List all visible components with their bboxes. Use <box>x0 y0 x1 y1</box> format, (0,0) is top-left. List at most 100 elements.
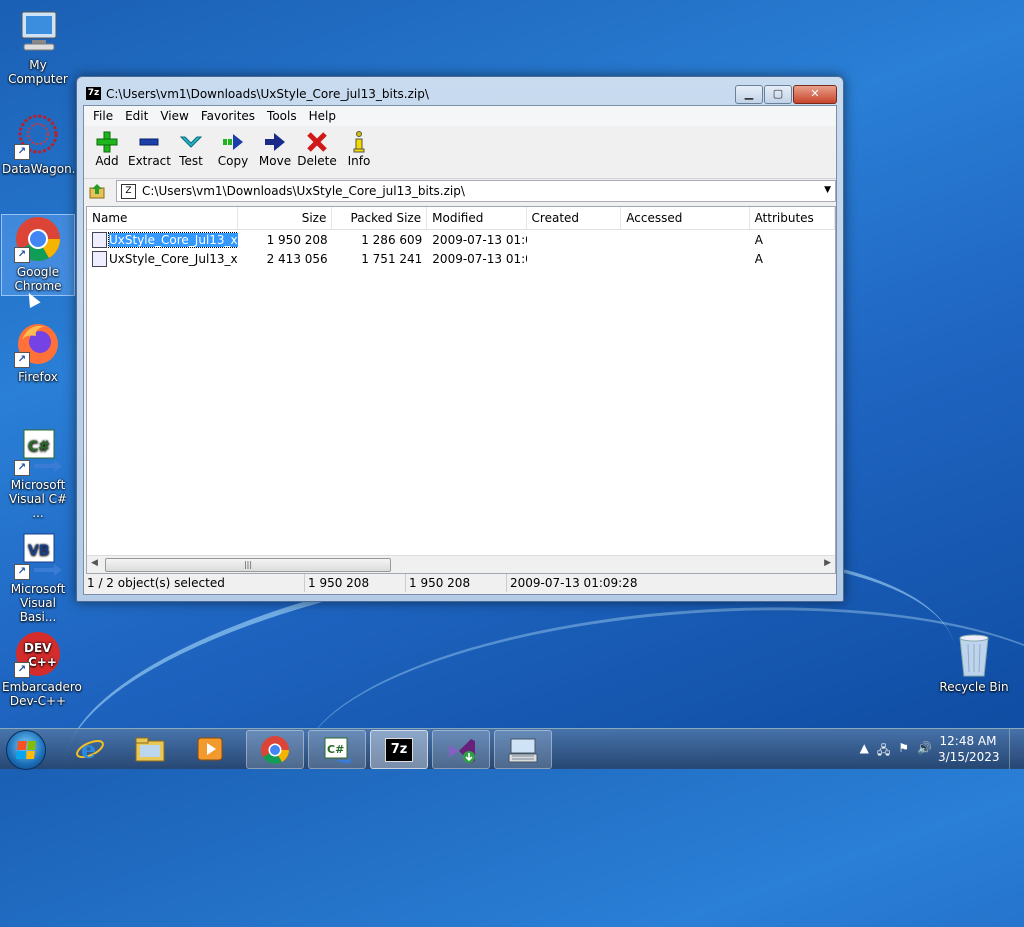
action-center-flag-icon[interactable]: ⚑ <box>898 741 909 762</box>
csharp-icon: C# <box>324 737 352 764</box>
recycle-bin-icon <box>950 630 998 678</box>
taskbar-visual-studio-button[interactable] <box>432 730 490 769</box>
desktop-icon-recycle-bin[interactable]: Recycle Bin <box>938 630 1010 694</box>
file-name: UxStyle_Core_Jul13_x64.... <box>107 231 239 248</box>
desktop-icon-visual-basic[interactable]: VB ↗ Microsoft Visual Basi... <box>2 532 74 624</box>
desktop-icon-label: My Computer <box>8 58 68 86</box>
file-attributes: A <box>754 251 763 266</box>
svg-text:VB: VB <box>28 543 50 559</box>
dropdown-arrow-icon[interactable]: ▼ <box>824 185 831 195</box>
info-button[interactable]: Info <box>338 126 380 178</box>
network-icon[interactable]: 🖧 <box>877 741 890 762</box>
taskbar-csharp-button[interactable]: C# <box>308 730 366 769</box>
volume-icon[interactable]: 🔊 <box>917 741 932 762</box>
chrome-icon: ↗ <box>14 215 62 263</box>
desktop-icon-visual-csharp[interactable]: C# ↗ Microsoft Visual C# ... <box>2 428 74 520</box>
menu-favorites[interactable]: Favorites <box>195 109 261 123</box>
shortcut-arrow-icon: ↗ <box>14 352 30 368</box>
desktop-icon-label: Google Chrome <box>14 265 62 293</box>
desktop-icon-label: Microsoft Visual C# ... <box>8 478 68 520</box>
menu-help[interactable]: Help <box>303 109 342 123</box>
svg-text:C#: C# <box>327 743 344 756</box>
test-button[interactable]: Test <box>170 126 212 178</box>
taskbar-7zip-button[interactable]: 7z <box>370 730 428 769</box>
window-client-area: File Edit View Favorites Tools Help Add … <box>83 105 837 595</box>
menu-file[interactable]: File <box>87 109 119 123</box>
desktop-icon-my-computer[interactable]: My Computer <box>2 8 74 86</box>
column-header-size[interactable]: Size <box>238 207 333 229</box>
move-arrow-icon <box>265 133 285 151</box>
maximize-button[interactable]: ▢ <box>764 85 792 104</box>
windows-logo-icon <box>16 741 36 759</box>
scrollbar-thumb[interactable]: ||| <box>105 558 391 572</box>
status-size: 1 950 208 <box>305 574 406 592</box>
file-list[interactable]: Name Size Packed Size Modified Created A… <box>86 206 836 574</box>
file-icon <box>92 250 107 267</box>
shortcut-arrow-icon: ↗ <box>14 662 30 678</box>
column-header-created[interactable]: Created <box>527 207 622 229</box>
csharp-icon: C# ↗ <box>14 428 62 476</box>
desktop-icon-label: DataWagon... <box>2 162 84 176</box>
maximize-icon: ▢ <box>772 87 784 100</box>
file-size: 2 413 056 <box>266 251 328 266</box>
column-header-packed-size[interactable]: Packed Size <box>332 207 428 229</box>
taskbar-ie-button[interactable]: e <box>62 730 118 767</box>
status-selection: 1 / 2 object(s) selected <box>84 574 305 592</box>
keyboard-icon <box>508 738 538 762</box>
file-icon <box>92 231 107 248</box>
status-packed: 1 950 208 <box>406 574 507 592</box>
desktop-icon-firefox[interactable]: ↗ Firefox <box>2 320 74 384</box>
file-modified: 2009-07-13 01:07 <box>432 251 526 266</box>
up-folder-button[interactable] <box>86 181 108 201</box>
column-header-accessed[interactable]: Accessed <box>621 207 750 229</box>
desktop-icon-label: Firefox <box>18 370 58 384</box>
close-button[interactable]: ✕ <box>793 85 837 104</box>
status-bar: 1 / 2 object(s) selected 1 950 208 1 950… <box>84 572 836 594</box>
sevenzip-window: 7z C:\Users\vm1\Downloads\UxStyle_Core_j… <box>76 76 844 602</box>
show-hidden-icons-icon[interactable]: ▲ <box>860 741 869 762</box>
start-button[interactable] <box>6 730 46 770</box>
menu-view[interactable]: View <box>154 109 194 123</box>
minus-icon <box>139 138 159 146</box>
shortcut-arrow-icon: ↗ <box>14 144 30 160</box>
taskbar-media-player-button[interactable] <box>182 730 238 767</box>
desktop-icon-datawagon[interactable]: ↗ DataWagon... <box>2 112 84 176</box>
menu-tools[interactable]: Tools <box>261 109 303 123</box>
desktop-icon-dev-cpp[interactable]: DEV C++ ↗ Embarcadero Dev-C++ <box>2 630 82 708</box>
delete-button[interactable]: Delete <box>296 126 338 178</box>
desktop-icon-google-chrome[interactable]: ↗ Google Chrome <box>1 214 75 296</box>
desktop-icon-label: Microsoft Visual Basi... <box>10 582 66 624</box>
copy-button[interactable]: Copy <box>212 126 254 178</box>
table-row[interactable]: UxStyle_Core_Jul13_x64.... 1 950 208 1 2… <box>87 230 835 249</box>
window-title: C:\Users\vm1\Downloads\UxStyle_Core_jul1… <box>106 87 429 101</box>
delete-label: Delete <box>297 154 337 168</box>
delete-x-icon <box>307 132 327 152</box>
taskbar: e C# 7z ▲ 🖧 ⚑ 🔊 12:48 AM 3/15/2023 <box>0 728 1024 770</box>
clock[interactable]: 12:48 AM 3/15/2023 <box>938 733 1000 765</box>
extract-label: Extract <box>128 154 171 168</box>
taskbar-explorer-button[interactable] <box>122 730 178 767</box>
column-header-attributes[interactable]: Attributes <box>750 207 836 229</box>
table-row[interactable]: UxStyle_Core_Jul13_x86.... 2 413 056 1 7… <box>87 249 835 268</box>
address-combobox[interactable]: Z C:\Users\vm1\Downloads\UxStyle_Core_ju… <box>116 180 836 202</box>
extract-button[interactable]: Extract <box>128 126 171 178</box>
menu-bar: File Edit View Favorites Tools Help <box>84 106 836 126</box>
column-header-modified[interactable]: Modified <box>427 207 527 229</box>
file-packed-size: 1 286 609 <box>361 232 423 247</box>
taskbar-onscreen-keyboard-button[interactable] <box>494 730 552 769</box>
scroll-left-icon[interactable]: ◀ <box>91 558 98 568</box>
computer-icon <box>14 8 62 56</box>
clock-time: 12:48 AM <box>939 734 997 748</box>
taskbar-chrome-button[interactable] <box>246 730 304 769</box>
scroll-right-icon[interactable]: ▶ <box>824 558 831 568</box>
dev-cpp-icon: DEV C++ ↗ <box>14 630 62 678</box>
title-bar[interactable]: 7z C:\Users\vm1\Downloads\UxStyle_Core_j… <box>77 77 843 107</box>
internet-explorer-icon: e <box>76 735 104 764</box>
menu-edit[interactable]: Edit <box>119 109 154 123</box>
minimize-button[interactable]: ▁ <box>735 85 763 104</box>
move-button[interactable]: Move <box>254 126 296 178</box>
horizontal-scrollbar[interactable]: ◀ ||| ▶ <box>87 555 835 573</box>
show-desktop-button[interactable] <box>1009 729 1024 769</box>
column-header-name[interactable]: Name <box>87 207 238 229</box>
add-button[interactable]: Add <box>86 126 128 178</box>
